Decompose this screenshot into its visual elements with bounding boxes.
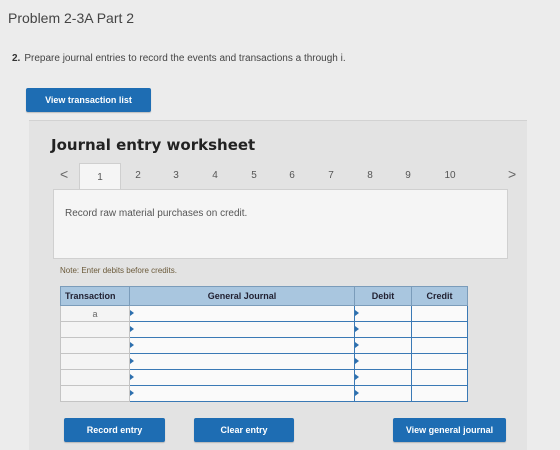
- header-credit: Credit: [411, 286, 468, 306]
- transaction-cell: [60, 337, 130, 354]
- dropdown-marker-icon: [355, 310, 359, 316]
- tab-5[interactable]: 5: [234, 163, 274, 187]
- account-input[interactable]: [129, 385, 355, 402]
- question-line: 2. Prepare journal entries to record the …: [12, 53, 346, 64]
- dropdown-marker-icon: [130, 390, 134, 396]
- tab-10[interactable]: 10: [430, 163, 470, 187]
- header-debit: Debit: [354, 286, 412, 306]
- dropdown-marker-icon: [355, 358, 359, 364]
- table-row: [60, 321, 468, 338]
- account-input[interactable]: [129, 369, 355, 386]
- table-row: a: [60, 305, 468, 322]
- dropdown-marker-icon: [355, 342, 359, 348]
- tab-8[interactable]: 8: [350, 163, 390, 187]
- debit-input[interactable]: [354, 385, 412, 402]
- credit-input[interactable]: [411, 385, 468, 402]
- tab-9[interactable]: 9: [388, 163, 428, 187]
- credit-input[interactable]: [411, 321, 468, 338]
- transaction-description-box: Record raw material purchases on credit.: [53, 189, 508, 259]
- account-input[interactable]: [129, 337, 355, 354]
- dropdown-marker-icon: [355, 374, 359, 380]
- note-text: Note: Enter debits before credits.: [60, 266, 177, 275]
- worksheet-title: Journal entry worksheet: [51, 136, 256, 154]
- transaction-cell: [60, 385, 130, 402]
- transaction-cell: [60, 321, 130, 338]
- question-number: 2.: [12, 53, 21, 64]
- tab-4[interactable]: 4: [195, 163, 235, 187]
- dropdown-marker-icon: [130, 342, 134, 348]
- debit-input[interactable]: [354, 305, 412, 322]
- tab-strip: 1 2 3 4 5 6 7 8 9 10: [50, 163, 520, 190]
- debit-input[interactable]: [354, 337, 412, 354]
- clear-entry-button[interactable]: Clear entry: [194, 418, 294, 442]
- tab-3[interactable]: 3: [156, 163, 196, 187]
- transaction-cell: a: [60, 305, 130, 322]
- account-input[interactable]: [129, 353, 355, 370]
- dropdown-marker-icon: [355, 390, 359, 396]
- tab-2[interactable]: 2: [118, 163, 158, 187]
- tab-6[interactable]: 6: [272, 163, 312, 187]
- question-text: Prepare journal entries to record the ev…: [24, 53, 346, 64]
- credit-input[interactable]: [411, 305, 468, 322]
- header-general-journal: General Journal: [129, 286, 355, 306]
- credit-input[interactable]: [411, 353, 468, 370]
- credit-input[interactable]: [411, 337, 468, 354]
- credit-input[interactable]: [411, 369, 468, 386]
- transaction-description: Record raw material purchases on credit.: [65, 208, 248, 219]
- table-row: [60, 337, 468, 354]
- transaction-cell: [60, 353, 130, 370]
- dropdown-marker-icon: [130, 310, 134, 316]
- transaction-cell: [60, 369, 130, 386]
- table-row: [60, 369, 468, 386]
- page-title: Problem 2-3A Part 2: [8, 10, 135, 26]
- account-input[interactable]: [129, 305, 355, 322]
- tab-1[interactable]: 1: [79, 163, 121, 190]
- view-transaction-list-button[interactable]: View transaction list: [26, 88, 151, 112]
- table-row: [60, 353, 468, 370]
- tab-7[interactable]: 7: [311, 163, 351, 187]
- debit-input[interactable]: [354, 369, 412, 386]
- table-row: [60, 385, 468, 402]
- dropdown-marker-icon: [355, 326, 359, 332]
- debit-input[interactable]: [354, 321, 412, 338]
- dropdown-marker-icon: [130, 374, 134, 380]
- debit-input[interactable]: [354, 353, 412, 370]
- header-transaction: Transaction: [60, 286, 130, 306]
- account-input[interactable]: [129, 321, 355, 338]
- dropdown-marker-icon: [130, 326, 134, 332]
- record-entry-button[interactable]: Record entry: [64, 418, 165, 442]
- journal-table: Transaction General Journal Debit Credit…: [60, 286, 468, 402]
- view-general-journal-button[interactable]: View general journal: [393, 418, 506, 442]
- dropdown-marker-icon: [130, 358, 134, 364]
